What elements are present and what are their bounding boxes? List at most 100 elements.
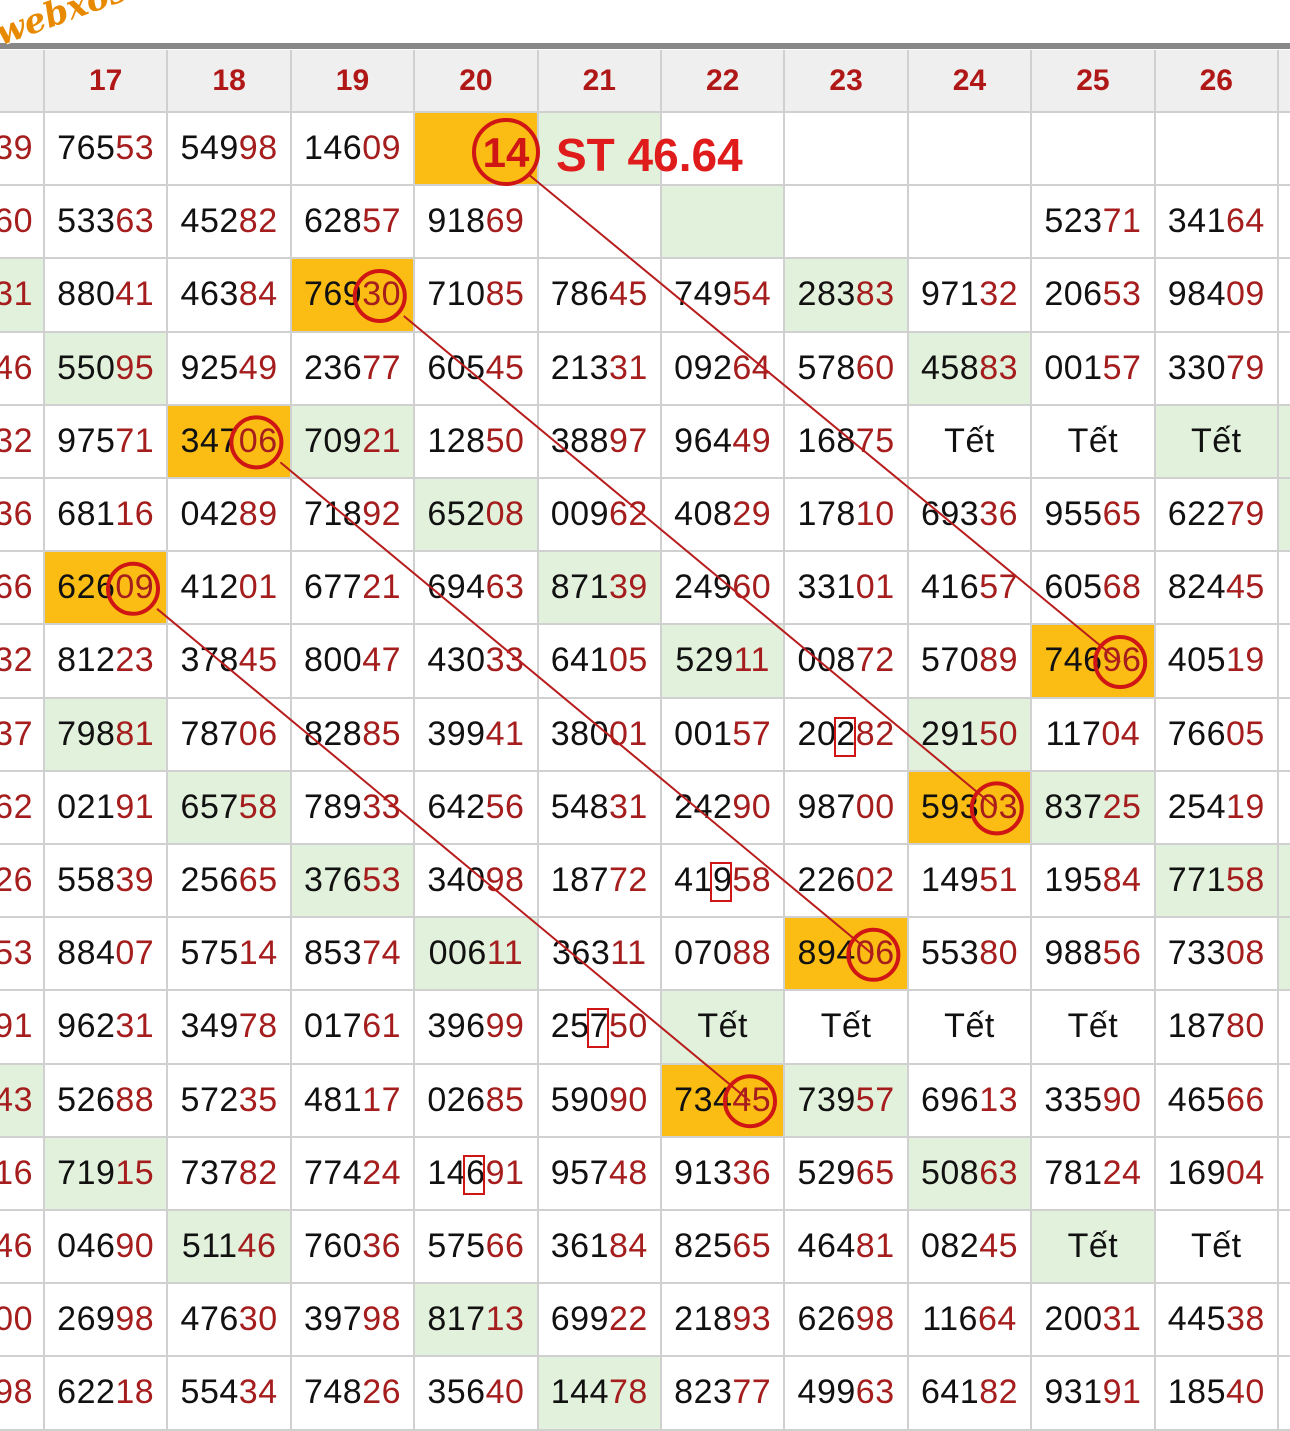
table-cell: 553 80	[908, 918, 1033, 992]
table-cell: 146 09	[291, 113, 416, 187]
cell-number-prefix: 464	[797, 1227, 856, 1266]
cell-number-suffix: 26	[0, 861, 33, 900]
table-cell: 257 50	[538, 991, 662, 1065]
cell-number-suffix: 49	[238, 348, 278, 387]
cell-number-suffix: 07	[115, 934, 155, 973]
table-cell: 746 96	[1032, 625, 1156, 699]
cell-number-suffix: 17	[362, 1080, 402, 1119]
cell-number-suffix: 78	[238, 1007, 278, 1046]
table-cell: 693 36	[908, 479, 1033, 553]
table-cell: 590 90	[538, 1064, 662, 1138]
cell-number-prefix: 529	[797, 1153, 856, 1192]
table-cell: 169 04	[1155, 1137, 1279, 1211]
cell-number-suffix: 00	[0, 1300, 33, 1339]
cell-number-suffix: 84	[608, 1227, 648, 1266]
cell-number-suffix: 83	[979, 348, 1019, 387]
cell-number-prefix: 641	[550, 641, 609, 680]
table-cell: 465 66	[1155, 1064, 1279, 1138]
cell-number-prefix: 710	[427, 275, 486, 314]
table-cell: 146 91	[415, 1137, 539, 1211]
cell-number-suffix: 60	[732, 568, 772, 607]
header-cell: 22	[662, 50, 786, 113]
table-cell: 331 01	[785, 552, 909, 626]
cell-number-prefix: 046	[57, 1227, 116, 1266]
cell-number-prefix: 331	[797, 568, 856, 607]
table-cell: 006 11	[415, 918, 539, 992]
cell-number-prefix: 256	[180, 861, 239, 900]
cell-number-prefix: 202	[797, 714, 856, 753]
tet-holiday-label: Tết	[944, 1007, 995, 1046]
table-cell: 931 91	[1032, 1357, 1156, 1431]
table-cell: 026 85	[415, 1064, 539, 1138]
table-cell: 021 91	[45, 771, 169, 845]
table-cell: 789 33	[291, 771, 416, 845]
cell-number-prefix: 696	[920, 1080, 980, 1119]
table-cell-partial	[1279, 625, 1290, 699]
table-cell-partial: 31	[0, 259, 45, 333]
cell-number-prefix: 419	[674, 861, 733, 900]
cell-number-suffix: 50	[979, 714, 1019, 753]
cell-number-suffix: 31	[608, 787, 648, 826]
cell-number-suffix: 88	[732, 934, 772, 973]
table-cell-partial	[1279, 991, 1290, 1065]
cell-number-suffix: 36	[979, 495, 1019, 534]
table-cell: 894 06	[785, 918, 909, 992]
table-cell	[662, 186, 786, 260]
cell-number-suffix: 90	[1102, 1080, 1142, 1119]
cell-number-prefix: 733	[1167, 934, 1226, 973]
cell-number-suffix: 16	[0, 1153, 33, 1192]
cell-number-suffix: 84	[1102, 861, 1142, 900]
cell-number-suffix: 81	[855, 1227, 895, 1266]
table-cell: 529 65	[785, 1137, 909, 1211]
cell-number-prefix: 549	[180, 129, 239, 168]
table-cell-partial: 39	[0, 113, 45, 187]
cell-number-prefix: 042	[180, 495, 239, 534]
table-cell: 984 09	[1155, 259, 1279, 333]
cell-number-suffix: 31	[608, 348, 648, 387]
cell-number-prefix: 356	[427, 1373, 486, 1412]
cell-number-prefix: 622	[57, 1373, 116, 1412]
cell-number-prefix: 405	[1167, 641, 1226, 680]
cell-number-prefix: 408	[674, 495, 733, 534]
cell-number-suffix: 30	[238, 1300, 278, 1339]
cell-number-suffix: 65	[732, 1227, 772, 1266]
table-cell: 226 02	[785, 845, 909, 919]
table-cell: 008 72	[785, 625, 909, 699]
table-cell: 430 33	[415, 625, 539, 699]
table-cell: 734 45	[662, 1064, 786, 1138]
cell-number-suffix: 65	[238, 861, 278, 900]
header-cell: 21	[538, 50, 662, 113]
table-cell: 642 56	[415, 771, 539, 845]
header-cell: 25	[1032, 50, 1156, 113]
cell-number-suffix: 05	[1225, 714, 1265, 753]
table-cell-partial: 53	[0, 918, 45, 992]
cell-number-prefix: 694	[427, 568, 486, 607]
cell-number-prefix: 828	[303, 714, 363, 753]
cell-number-suffix: 33	[362, 787, 402, 826]
cell-number-suffix: 22	[608, 1300, 648, 1339]
cell-number-suffix: 30	[362, 275, 402, 314]
table-cell: 575 66	[415, 1211, 539, 1285]
cell-number-prefix: 376	[303, 861, 363, 900]
cell-number-suffix: 58	[732, 861, 772, 900]
table-cell	[785, 186, 909, 260]
cell-number-prefix: 412	[180, 568, 239, 607]
cell-number-prefix: 800	[303, 641, 363, 680]
cell-number-suffix: 65	[1102, 495, 1142, 534]
table-cell: 144 78	[538, 1357, 662, 1431]
table-cell-partial	[1279, 405, 1290, 479]
cell-number-suffix: 48	[608, 1153, 648, 1192]
table-cell: 737 82	[168, 1137, 292, 1211]
cell-number-suffix: 18	[115, 1373, 155, 1412]
table-cell: 511 46	[168, 1211, 292, 1285]
cell-number-prefix: 511	[181, 1227, 238, 1266]
cell-number-prefix: 399	[427, 714, 486, 753]
cell-number-suffix: 01	[608, 714, 648, 753]
cell-number-suffix: 31	[1102, 1300, 1142, 1339]
table-cell: 206 53	[1032, 259, 1156, 333]
table-cell: 824 45	[1155, 552, 1279, 626]
table-cell: 388 97	[538, 405, 662, 479]
cell-number-prefix: 575	[180, 934, 239, 973]
cell-number-suffix: 93	[732, 1300, 772, 1339]
header-cell: 19	[291, 50, 416, 113]
